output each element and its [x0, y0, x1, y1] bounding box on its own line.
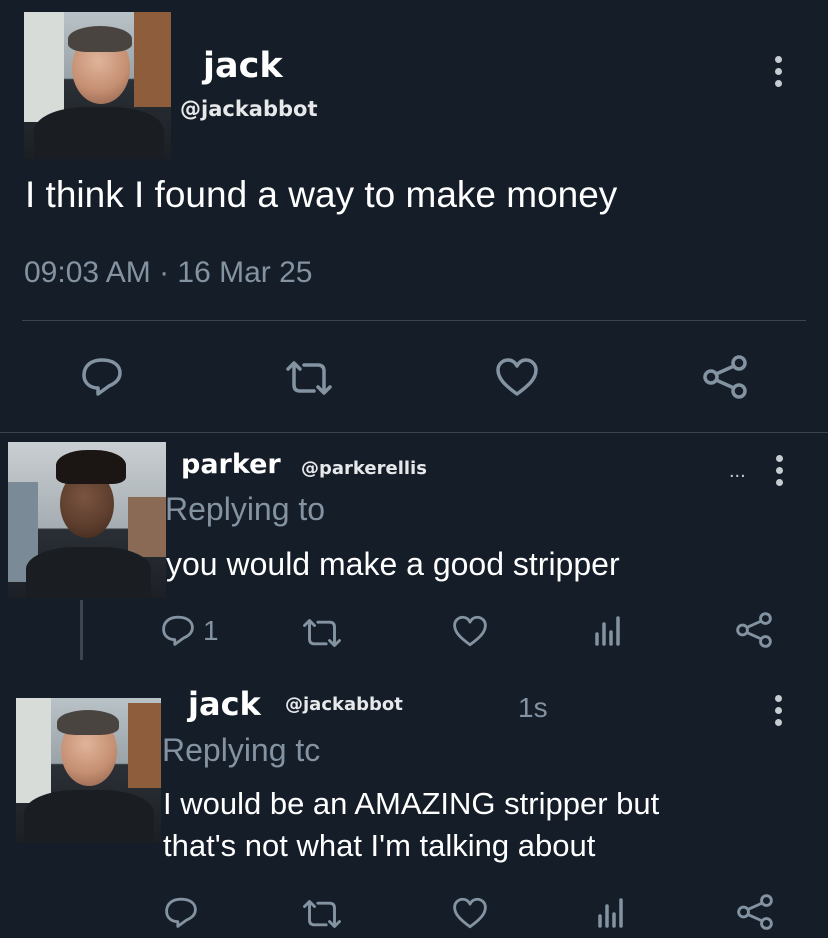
reply-icon[interactable]: [161, 614, 195, 646]
reply-icon[interactable]: [81, 356, 123, 396]
ellipsis: ...: [729, 460, 746, 482]
like-icon[interactable]: [494, 356, 540, 398]
retweet-icon[interactable]: [284, 360, 334, 396]
more-icon[interactable]: [775, 695, 783, 731]
author-handle[interactable]: @jackabbot: [285, 694, 403, 716]
tweet-text: I think I found a way to make money: [25, 174, 618, 215]
replying-to-label: Replying tc: [162, 732, 321, 768]
like-icon[interactable]: [451, 896, 489, 930]
retweet-icon[interactable]: [301, 899, 343, 929]
author-name[interactable]: jack: [188, 685, 261, 723]
more-icon[interactable]: [776, 455, 784, 491]
analytics-icon[interactable]: [593, 614, 623, 646]
avatar[interactable]: [8, 442, 166, 598]
reply-text-line-2: that's not what I'm talking about: [163, 828, 596, 863]
reply-text: you would make a good stripper: [166, 546, 620, 582]
author-name[interactable]: parker: [181, 448, 281, 482]
thread-line: [80, 600, 83, 660]
reply-count: 1: [203, 615, 219, 646]
retweet-icon[interactable]: [301, 618, 343, 648]
replying-to-label: Replying to: [165, 491, 326, 527]
reply-time: 1s: [518, 692, 548, 723]
divider: [22, 320, 806, 321]
avatar[interactable]: [24, 12, 171, 159]
avatar[interactable]: [16, 698, 161, 843]
reply-icon[interactable]: [164, 896, 198, 928]
divider: [0, 432, 828, 433]
author-handle[interactable]: @parkerellis: [301, 458, 427, 480]
more-icon[interactable]: [775, 56, 783, 92]
reply-text-line-1: I would be an AMAZING stripper but: [163, 786, 660, 821]
timestamp[interactable]: 09:03 AM · 16 Mar 25: [24, 254, 313, 292]
author-name[interactable]: jack: [203, 46, 283, 86]
analytics-icon[interactable]: [596, 896, 626, 928]
share-icon[interactable]: [734, 612, 774, 648]
like-icon[interactable]: [451, 614, 489, 648]
share-icon[interactable]: [701, 355, 749, 399]
share-icon[interactable]: [735, 894, 775, 930]
author-handle[interactable]: @jackabbot: [180, 96, 317, 122]
